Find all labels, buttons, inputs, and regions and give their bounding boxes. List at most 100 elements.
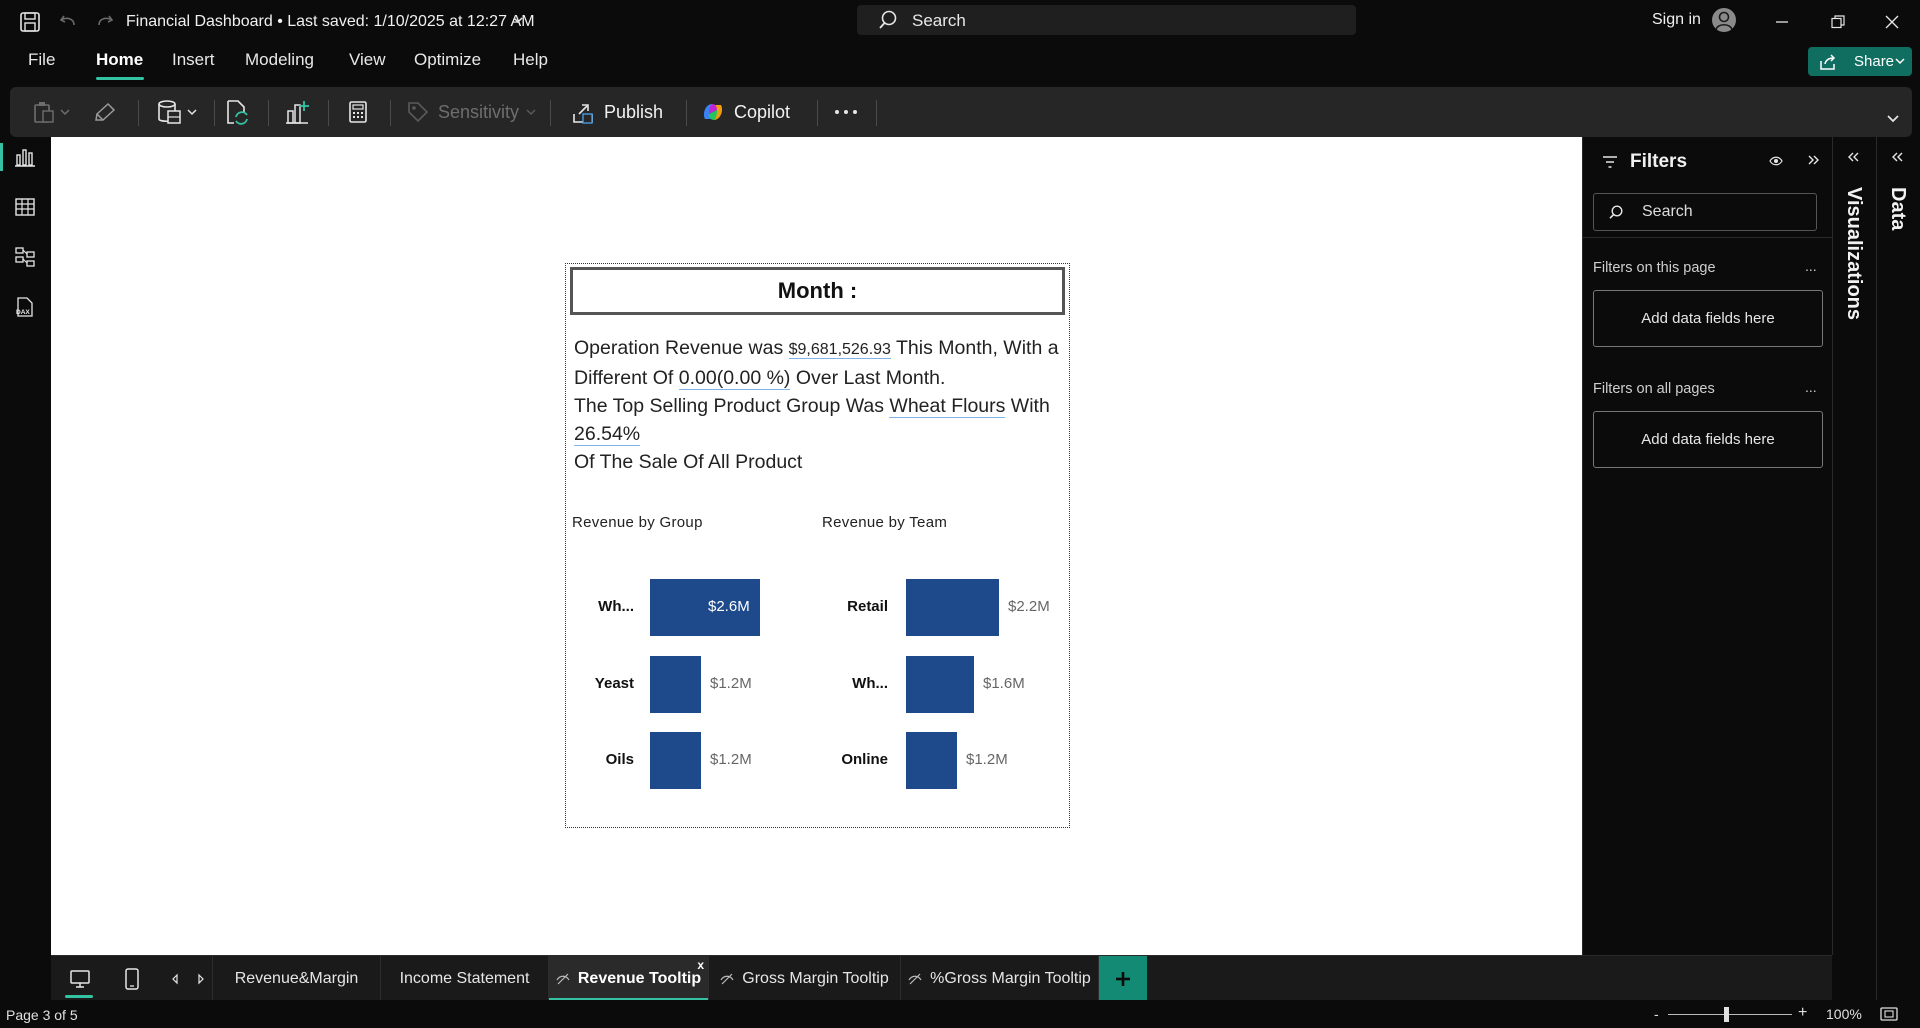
page-filter-drop-zone[interactable]: Add data fields here [1593,290,1823,347]
bar-category-label: Wh... [598,598,634,615]
global-search-placeholder: Search [912,11,966,30]
new-visual-button[interactable] [284,87,310,137]
all-pages-filter-drop-zone[interactable]: Add data fields here [1593,411,1823,468]
menu-home[interactable]: Home [96,50,143,70]
menu-file[interactable]: File [28,50,55,70]
revenue-tooltip-card[interactable]: Month : Operation Revenue was $9,681,526… [565,263,1070,828]
dax-query-view-icon[interactable]: DAX [11,293,39,321]
hidden-page-icon [908,973,922,985]
bar-value-label: $1.2M [710,751,752,768]
model-view-icon[interactable] [11,243,39,271]
triangle-left-icon [170,973,180,985]
visualizations-tab-label[interactable]: Visualizations [1842,187,1865,320]
report-canvas[interactable]: Month : Operation Revenue was $9,681,526… [51,137,1582,955]
expand-pane-icon[interactable] [1847,151,1861,163]
previous-page-button[interactable] [163,956,187,1001]
ribbon-toolbar: Sensitivity Publish Copilot [10,87,1912,137]
plus-icon [1114,970,1132,988]
tab-revenue-margin[interactable]: Revenue&Margin [213,956,381,1001]
tab-income-statement[interactable]: Income Statement [381,956,549,1001]
bar[interactable] [906,656,974,713]
report-view-icon[interactable] [11,143,39,171]
get-data-button[interactable] [156,87,198,137]
zoom-slider-thumb[interactable] [1724,1007,1729,1022]
mobile-layout-button[interactable] [109,956,155,1001]
more-options-icon[interactable]: ... [1805,258,1817,274]
bar[interactable] [906,579,999,636]
filters-on-this-page-label: Filters on this page [1593,260,1716,276]
global-search-box[interactable]: Search [857,5,1356,35]
publish-label: Publish [604,101,664,122]
expand-pane-icon[interactable] [1891,151,1905,163]
tab-revenue-tooltip[interactable]: Revenue Tooltip x [549,956,709,1001]
ribbon-separator [550,100,551,126]
smart-narrative[interactable]: Operation Revenue was $9,681,526.93 This… [574,334,1064,476]
sensitivity-button[interactable]: Sensitivity [406,87,537,137]
chevron-down-icon [525,106,537,118]
paste-button[interactable] [32,87,71,137]
copilot-button[interactable]: Copilot [700,87,790,137]
chart-title: Revenue by Group [572,514,703,531]
triangle-right-icon [196,973,206,985]
restore-button[interactable] [1820,8,1856,36]
next-page-button[interactable] [189,956,213,1001]
more-options-icon[interactable]: ... [1805,379,1817,395]
close-tab-icon[interactable]: x [697,958,704,972]
refresh-button[interactable] [224,87,250,137]
tab-pct-gross-margin-tooltip[interactable]: %Gross Margin Tooltip [901,956,1099,1001]
bar-value-label: $1.6M [983,675,1025,692]
chevron-down-icon[interactable] [511,13,525,27]
data-tab-label[interactable]: Data [1886,187,1909,230]
tab-label: Revenue&Margin [234,969,359,987]
app-window: Financial Dashboard • Last saved: 1/10/2… [0,0,1920,1028]
menu-optimize[interactable]: Optimize [414,50,481,70]
tab-gross-margin-tooltip[interactable]: Gross Margin Tooltip [709,956,901,1001]
publish-button[interactable]: Publish [572,87,663,137]
avatar[interactable] [1712,8,1736,32]
zoom-slider-track[interactable] [1668,1014,1792,1015]
close-window-button[interactable] [1874,8,1910,36]
document-title[interactable]: Financial Dashboard • Last saved: 1/10/2… [126,13,535,31]
more-options-button[interactable] [833,87,859,137]
visualizations-pane-collapsed[interactable]: Visualizations [1832,137,1876,955]
redo-icon[interactable] [91,8,119,36]
undo-icon[interactable] [54,8,82,36]
collapse-pane-icon[interactable] [1807,154,1821,166]
menu-modeling[interactable]: Modeling [245,50,314,70]
minimize-button[interactable] [1764,8,1800,36]
menu-help[interactable]: Help [513,50,548,70]
desktop-layout-button[interactable] [51,956,109,1001]
bar-value-label: $2.6M [708,598,750,615]
fit-to-page-icon[interactable] [1880,1007,1898,1021]
format-painter-button[interactable] [94,87,118,137]
zoom-level[interactable]: 100% [1826,1006,1862,1022]
month-header-box[interactable]: Month : [570,267,1065,315]
publish-icon [572,100,596,124]
share-button[interactable]: Share [1808,47,1912,76]
bar[interactable] [906,732,957,789]
save-icon[interactable] [16,8,44,36]
tab-label: %Gross Margin Tooltip [930,969,1091,987]
menu-insert[interactable]: Insert [172,50,215,70]
ribbon-separator [686,100,687,126]
chevron-down-icon [1894,55,1906,67]
new-measure-button[interactable] [346,87,370,137]
ribbon-separator [214,100,215,126]
eye-icon[interactable] [1769,155,1783,167]
zoom-in-button[interactable]: + [1798,1004,1807,1022]
bar[interactable] [650,656,701,713]
clipboard-icon [32,100,56,124]
menu-view[interactable]: View [349,50,386,70]
bar[interactable] [650,732,701,789]
narrative-text: Of The Sale Of All Product [574,451,803,473]
add-page-button[interactable] [1099,956,1147,1001]
zoom-out-button[interactable]: - [1654,1006,1659,1022]
table-view-icon[interactable] [11,193,39,221]
chevron-down-icon [1886,111,1900,125]
data-pane-collapsed[interactable]: Data [1876,137,1920,1028]
expand-ribbon-button[interactable] [1886,93,1900,143]
narrative-diff-value: 0.00 [678,367,717,390]
narrative-revenue-value: $9,681,526.93 [788,341,891,359]
sign-in-link[interactable]: Sign in [1652,11,1701,29]
filter-search-input[interactable]: Search [1593,193,1817,231]
